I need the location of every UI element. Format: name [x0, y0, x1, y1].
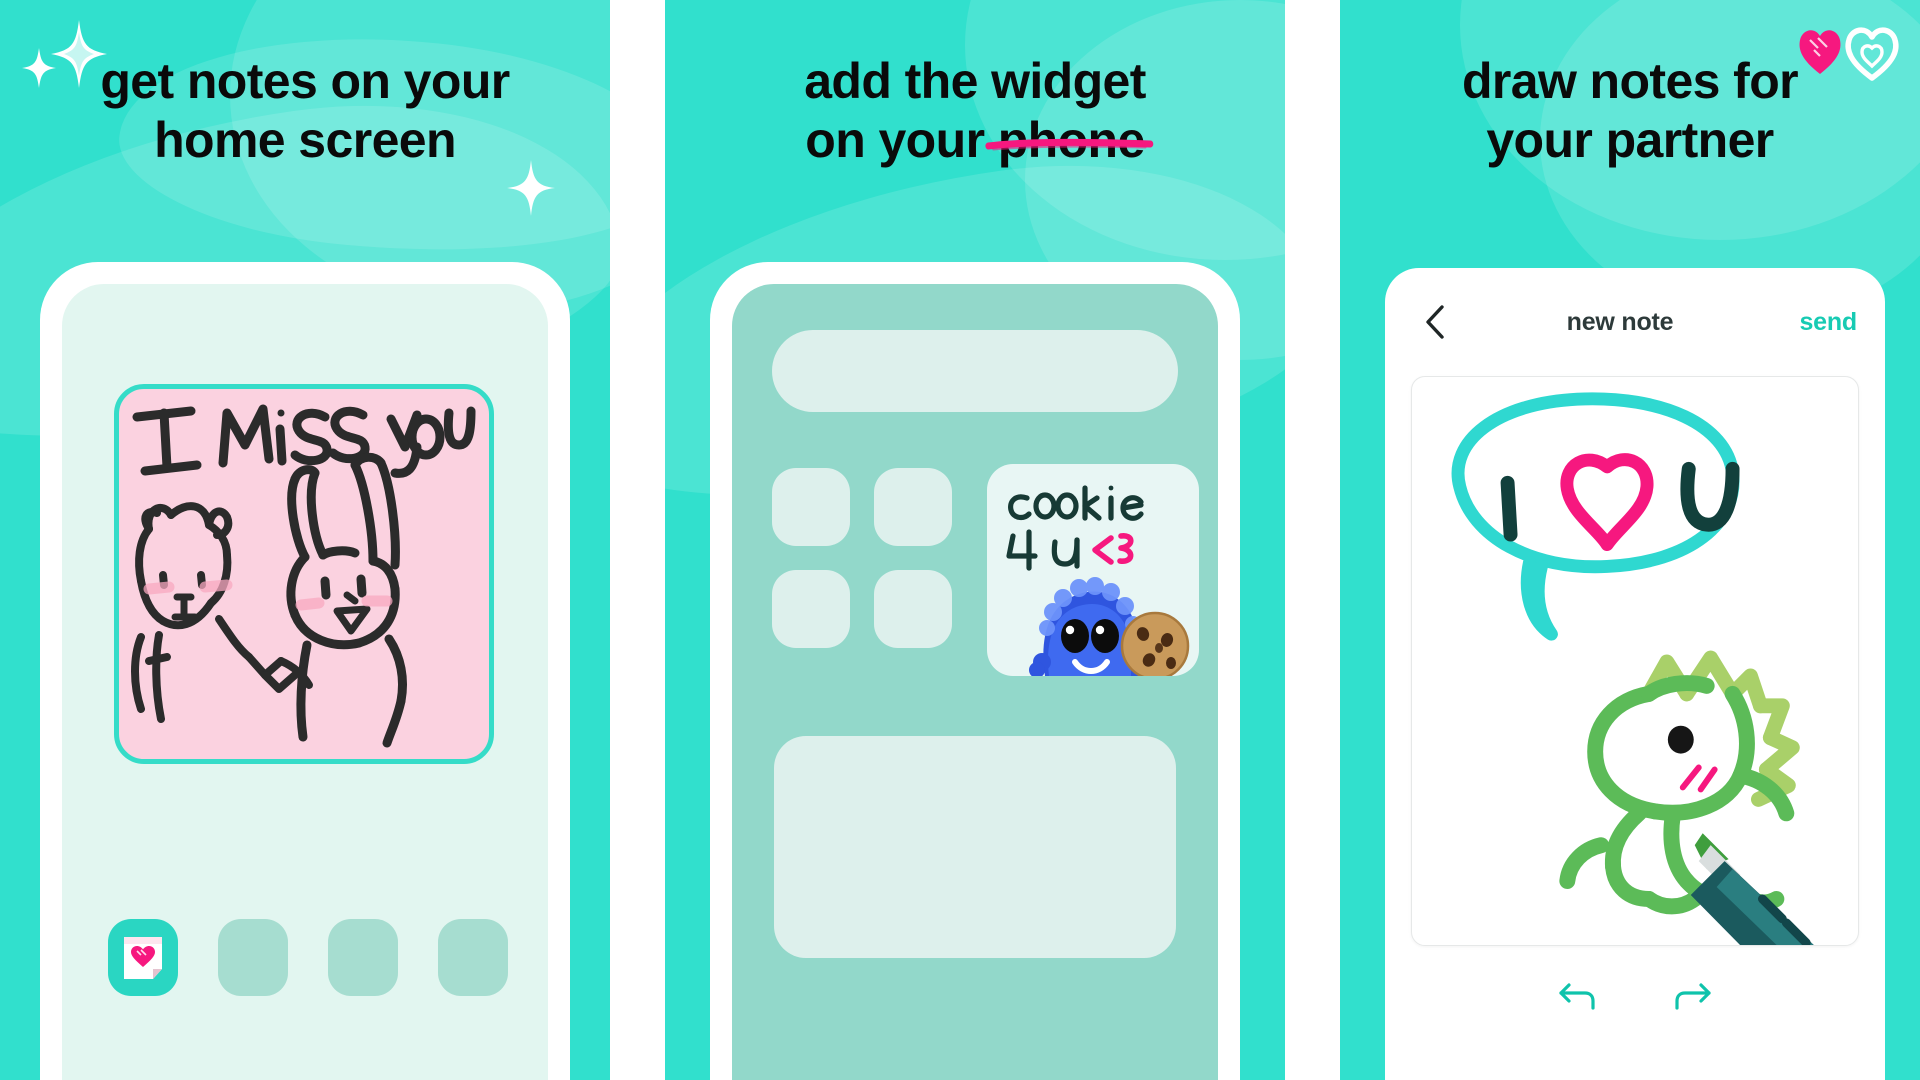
app-slot-empty[interactable]: [874, 468, 952, 546]
send-button[interactable]: send: [1783, 308, 1857, 337]
panel-home-screen: get notes on your home screen: [0, 0, 610, 1080]
headline-underlined-word: widget: [991, 53, 1146, 109]
screenshot-board: get notes on your home screen add the wi…: [0, 0, 1920, 1080]
handwritten-note-drawing: [131, 404, 476, 748]
chevron-left-icon: [1426, 305, 1444, 339]
headline-line-1: get notes on your: [100, 53, 510, 109]
dock-slot-empty[interactable]: [328, 919, 398, 996]
heart-pink-filled-icon: [1799, 30, 1841, 74]
headline-line-2: your partner: [1486, 112, 1774, 168]
app-grid-placeholders: [772, 468, 952, 648]
headline-line-1: draw notes for: [1461, 53, 1799, 109]
panel-add-widget: add the widget on your phone: [665, 0, 1285, 1080]
widget-drawing-cookie-monster: [1006, 485, 1190, 676]
phone-mockup-draw-screen: new note send: [1385, 268, 1885, 1080]
dock-slot-empty[interactable]: [438, 919, 508, 996]
heart-decorations: [1796, 18, 1906, 87]
phone-screen: [732, 284, 1218, 1080]
home-screen-widget-cookie[interactable]: [987, 464, 1199, 676]
panel-divider: [610, 0, 665, 1080]
dock-slot-empty[interactable]: [218, 919, 288, 996]
headline-prefix: add the: [804, 53, 992, 109]
panel-draw-notes: draw notes for your partner new note sen…: [1340, 0, 1920, 1080]
headline-line-2: home screen: [154, 112, 456, 168]
undo-button[interactable]: [1555, 972, 1601, 1018]
phone-mockup-widget-screen: [710, 262, 1240, 1080]
app-icon-sticky-note-heart[interactable]: [108, 919, 178, 996]
search-bar-placeholder[interactable]: [772, 330, 1178, 412]
drawing-canvas[interactable]: [1411, 376, 1859, 946]
headline-underlined-word-wrap: widget: [985, 52, 1154, 151]
page-title: get notes on your home screen: [0, 52, 610, 170]
back-button[interactable]: [1413, 304, 1457, 340]
headline-line-2: on your phone: [805, 112, 1145, 168]
undo-arrow-icon: [1559, 983, 1595, 1010]
note-editor-topbar: new note send: [1385, 268, 1885, 376]
panel-divider: [1285, 0, 1340, 1080]
home-screen-dock: [108, 919, 508, 996]
page-title-new-note: new note: [1566, 307, 1674, 336]
canvas-drawing: [1451, 392, 1814, 945]
page-title: add the widget on your phone: [665, 52, 1285, 170]
drawing-toolbar: [1385, 972, 1885, 1018]
sticky-note-heart-icon: [124, 936, 162, 979]
phone-mockup-home-screen: [40, 262, 570, 1080]
heart-white-outline-icon: [1845, 27, 1899, 81]
phone-screen: [62, 284, 548, 1080]
redo-arrow-icon: [1675, 983, 1711, 1010]
note-widget-bear-bunny[interactable]: [114, 384, 494, 764]
stylus-pen-icon: [1690, 833, 1814, 945]
redo-button[interactable]: [1669, 972, 1715, 1018]
app-slot-empty[interactable]: [772, 468, 850, 546]
app-slot-empty[interactable]: [772, 570, 850, 648]
app-slot-empty[interactable]: [874, 570, 952, 648]
widget-placeholder-block[interactable]: [774, 736, 1176, 958]
